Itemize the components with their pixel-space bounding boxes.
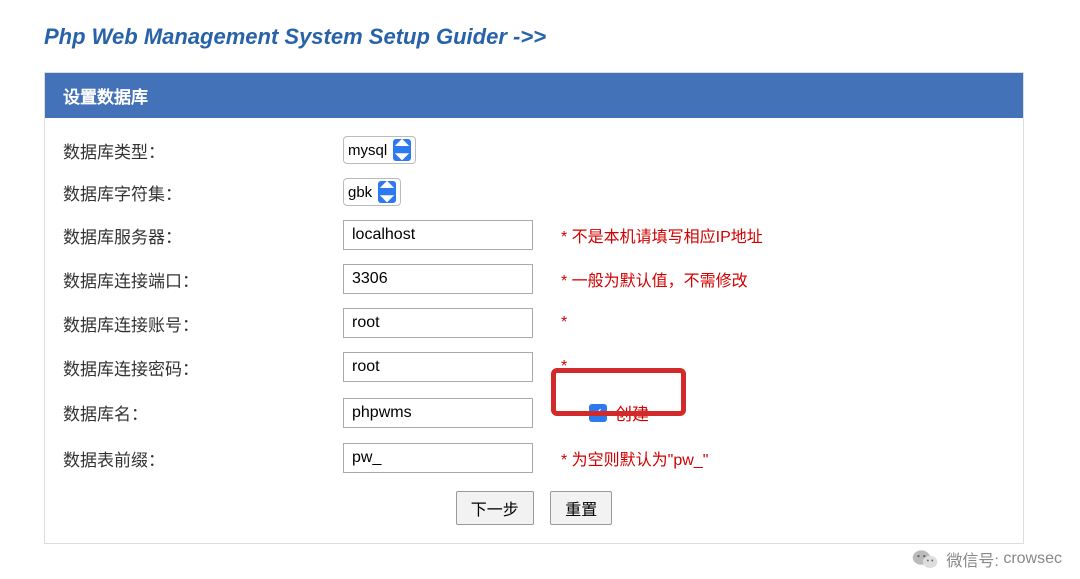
label-port: 数据库连接端口： [63,267,343,292]
db-setup-panel: 设置数据库 数据库类型： mysql 数据库字符集： gbk [44,72,1024,544]
hint-prefix: * 为空则默认为"pw_" [561,446,708,470]
select-charset-value: gbk [348,184,372,201]
checkmark-icon: ✓ [589,404,607,422]
label-dbname: 数据库名： [63,400,343,425]
footer-label: 微信号: [946,547,998,571]
row-charset: 数据库字符集： gbk [63,178,1005,206]
hint-pass: * [561,358,567,376]
input-port[interactable] [343,264,533,294]
select-charset[interactable]: gbk [343,178,401,206]
row-prefix: 数据表前缀： * 为空则默认为"pw_" [63,443,1005,473]
row-server: 数据库服务器： * 不是本机请填写相应IP地址 [63,220,1005,250]
label-prefix: 数据表前缀： [63,446,343,471]
label-db-type: 数据库类型： [63,138,343,163]
footer-watermark: 微信号: crowsec [912,547,1062,571]
next-button[interactable]: 下一步 [456,491,534,525]
wechat-icon [912,548,938,570]
select-db-type-value: mysql [348,142,387,159]
chevron-updown-icon [378,181,396,203]
panel-body: 数据库类型： mysql 数据库字符集： gbk [45,118,1023,543]
label-pass: 数据库连接密码： [63,355,343,380]
row-db-type: 数据库类型： mysql [63,136,1005,164]
input-dbname[interactable] [343,398,533,428]
page-title: Php Web Management System Setup Guider -… [44,24,1036,50]
row-dbname: 数据库名： ✓ 创建 [63,396,1005,429]
input-user[interactable] [343,308,533,338]
select-db-type[interactable]: mysql [343,136,416,164]
button-row: 下一步 重置 [63,491,1005,525]
reset-button[interactable]: 重置 [550,491,612,525]
input-prefix[interactable] [343,443,533,473]
panel-header: 设置数据库 [45,73,1023,118]
create-db-option[interactable]: ✓ 创建 [573,396,685,429]
hint-port: * 一般为默认值，不需修改 [561,267,748,291]
row-user: 数据库连接账号： * [63,308,1005,338]
hint-server: * 不是本机请填写相应IP地址 [561,223,763,247]
input-server[interactable] [343,220,533,250]
hint-user: * [561,314,567,332]
label-server: 数据库服务器： [63,223,343,248]
row-port: 数据库连接端口： * 一般为默认值，不需修改 [63,264,1005,294]
create-db-label: 创建 [615,400,649,425]
row-pass: 数据库连接密码： * [63,352,1005,382]
label-charset: 数据库字符集： [63,180,343,205]
input-pass[interactable] [343,352,533,382]
label-user: 数据库连接账号： [63,311,343,336]
footer-value: crowsec [1003,550,1062,568]
chevron-updown-icon [393,139,411,161]
